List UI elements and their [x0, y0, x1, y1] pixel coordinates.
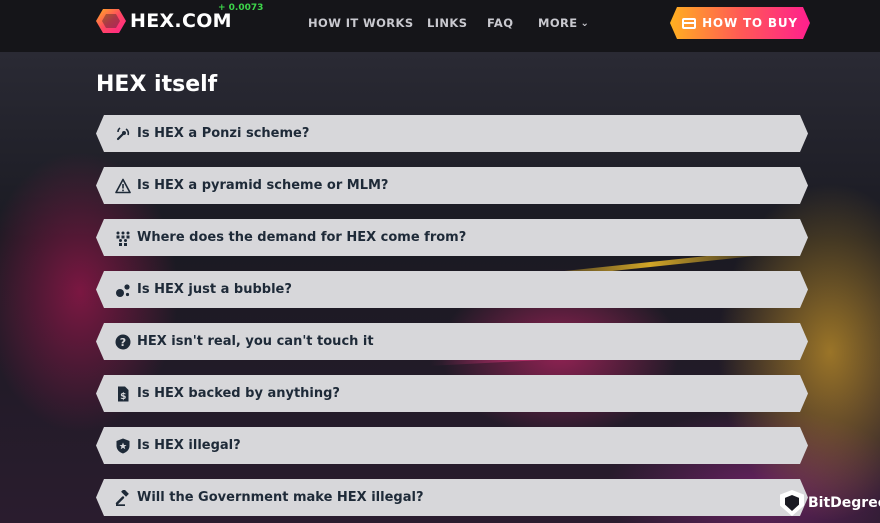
- warning-triangle-icon: [115, 178, 131, 194]
- faq-item-backed[interactable]: $ Is HEX backed by anything?: [96, 375, 808, 412]
- nav-links[interactable]: LINKS: [427, 16, 467, 30]
- faq-item-pyramid[interactable]: Is HEX a pyramid scheme or MLM?: [96, 167, 808, 204]
- price-change: + 0.0073: [218, 3, 264, 13]
- site-logo[interactable]: HEX.COM: [96, 8, 232, 34]
- svg-text:?: ?: [120, 336, 126, 349]
- svg-text:$: $: [120, 392, 126, 402]
- faq-item-bubble[interactable]: Is HEX just a bubble?: [96, 271, 808, 308]
- bitdegree-logo-icon: [780, 490, 804, 516]
- people-group-icon: [115, 230, 131, 246]
- nav-how-it-works[interactable]: HOW IT WORKS: [308, 16, 414, 30]
- faq-item-ponzi[interactable]: Is HEX a Ponzi scheme?: [96, 115, 808, 152]
- credit-card-icon: [682, 17, 697, 29]
- faq-question: Where does the demand for HEX come from?: [137, 230, 467, 245]
- nav-more-label: MORE: [538, 16, 578, 30]
- bubbles-icon: [115, 282, 131, 298]
- how-to-buy-label: HOW TO BUY: [702, 16, 798, 30]
- faq-question: Will the Government make HEX illegal?: [137, 490, 424, 505]
- faq-item-not-real[interactable]: ? HEX isn't real, you can't touch it: [96, 323, 808, 360]
- logo-text: HEX.COM: [130, 10, 232, 32]
- faq-question: Is HEX just a bubble?: [137, 282, 292, 297]
- section-title: HEX itself: [96, 72, 218, 97]
- dollar-document-icon: $: [115, 386, 131, 402]
- shield-star-icon: [115, 438, 131, 454]
- nav-more[interactable]: MORE ⌄: [538, 16, 589, 30]
- nav-faq[interactable]: FAQ: [487, 16, 513, 30]
- antenna-signal-icon: [115, 126, 131, 142]
- faq-item-government[interactable]: Will the Government make HEX illegal?: [96, 479, 808, 516]
- faq-item-demand[interactable]: Where does the demand for HEX come from?: [96, 219, 808, 256]
- how-to-buy-button[interactable]: HOW TO BUY: [670, 7, 810, 39]
- watermark-text: BitDegree: [808, 495, 880, 511]
- faq-question: HEX isn't real, you can't touch it: [137, 334, 374, 349]
- faq-question: Is HEX a Ponzi scheme?: [137, 126, 310, 141]
- faq-question: Is HEX a pyramid scheme or MLM?: [137, 178, 389, 193]
- faq-question: Is HEX illegal?: [137, 438, 241, 453]
- site-header: HEX.COM + 0.0073 HOW IT WORKS LINKS FAQ …: [0, 0, 880, 52]
- faq-item-illegal[interactable]: Is HEX illegal?: [96, 427, 808, 464]
- chevron-down-icon: ⌄: [580, 18, 590, 29]
- faq-question: Is HEX backed by anything?: [137, 386, 340, 401]
- gavel-icon: [115, 489, 131, 506]
- bitdegree-watermark: BitDegree: [780, 490, 880, 516]
- question-circle-icon: ?: [115, 334, 131, 350]
- hex-logo-icon: [96, 8, 126, 34]
